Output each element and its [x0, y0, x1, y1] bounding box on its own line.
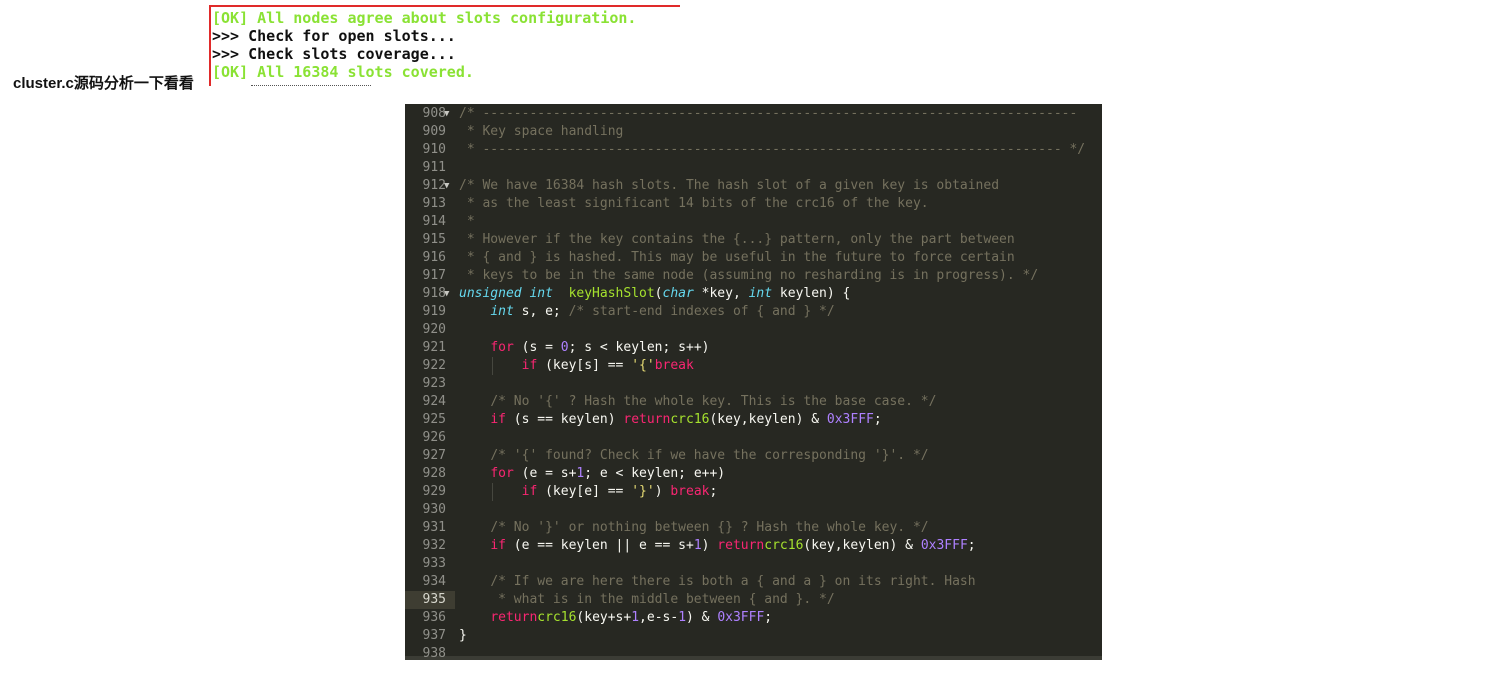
- line-number: 932: [422, 538, 446, 553]
- line-number: 915: [422, 232, 446, 247]
- code-line: 914 *: [405, 213, 1102, 231]
- code-line: 924 /* No '{' ? Hash the whole key. This…: [405, 393, 1102, 411]
- code-line: 927 /* '{' found? Check if we have the c…: [405, 447, 1102, 465]
- code-text: *: [459, 214, 475, 229]
- code-line: 908 ▼/* ---------------------------------…: [405, 105, 1102, 123]
- code-text: * Key space handling: [459, 124, 624, 139]
- code-line: 933: [405, 555, 1102, 573]
- code-text: /* -------------------------------------…: [459, 106, 1078, 121]
- code-text: returncrc16(key+s+1,e-s-1) & 0x3FFF;: [490, 610, 773, 625]
- code-text: /* '{' found? Check if we have the corre…: [490, 448, 929, 463]
- code-text: * keys to be in the same node (assuming …: [459, 268, 1039, 283]
- code-text: if (key[e] == '}') break;: [521, 484, 718, 499]
- code-text: /* No '}' or nothing between {} ? Hash t…: [490, 520, 929, 535]
- terminal-line: >>> Check for open slots...: [212, 27, 456, 45]
- line-number: 936: [422, 610, 446, 625]
- code-text: if (s == keylen) returncrc16(key,keylen)…: [490, 412, 882, 427]
- code-text: * However if the key contains the {...} …: [459, 232, 1015, 247]
- code-line: 916 * { and } is hashed. This may be use…: [405, 249, 1102, 267]
- code-line: 911: [405, 159, 1102, 177]
- line-number: 922: [422, 358, 446, 373]
- line-number: 927: [422, 448, 446, 463]
- line-number: 928: [422, 466, 446, 481]
- code-line: 917 * keys to be in the same node (assum…: [405, 267, 1102, 285]
- code-text: if (key[s] == '{'break: [521, 358, 694, 373]
- fold-arrow-icon[interactable]: ▼: [444, 285, 449, 303]
- code-line: 920: [405, 321, 1102, 339]
- terminal-line: >>> Check slots coverage...: [212, 45, 456, 63]
- line-number: 935: [405, 591, 455, 609]
- line-number: 911: [422, 160, 446, 175]
- code-text: /* If we are here there is both a { and …: [490, 574, 976, 589]
- code-text: for (s = 0; s < keylen; s++): [490, 340, 710, 355]
- terminal-output: [OK] All nodes agree about slots configu…: [209, 5, 680, 86]
- line-number: 920: [422, 322, 446, 337]
- code-line: 934 /* If we are here there is both a { …: [405, 573, 1102, 591]
- line-number: 913: [422, 196, 446, 211]
- code-text: * as the least significant 14 bits of th…: [459, 196, 929, 211]
- line-number: 919: [422, 304, 446, 319]
- fold-arrow-icon[interactable]: ▼: [444, 177, 449, 195]
- code-line: 915 * However if the key contains the {.…: [405, 231, 1102, 249]
- code-line: 931 /* No '}' or nothing between {} ? Ha…: [405, 519, 1102, 537]
- code-text: }: [459, 628, 467, 643]
- line-number: 937: [422, 628, 446, 643]
- line-number: 938: [422, 646, 446, 660]
- code-line: 918 ▼ unsigned int keyHashSlot(char *key, …: [405, 285, 1102, 303]
- code-text: * --------------------------------------…: [459, 142, 1086, 157]
- line-number: 924: [422, 394, 446, 409]
- fold-arrow-icon[interactable]: ▼: [444, 105, 449, 123]
- code-line: 925 if (s == keylen) returncrc16(key,key…: [405, 411, 1102, 429]
- code-text: if (e == keylen || e == s+1) returncrc16…: [490, 538, 976, 553]
- line-number: 926: [422, 430, 446, 445]
- code-line: 937}: [405, 627, 1102, 645]
- line-number: 917: [422, 268, 446, 283]
- line-number: 921: [422, 340, 446, 355]
- code-editor-screenshot: 908 ▼/* ---------------------------------…: [405, 104, 1102, 660]
- code-text: int s, e; /* start-end indexes of { and …: [490, 304, 835, 319]
- line-number: 910: [422, 142, 446, 157]
- terminal-line: [OK] All nodes agree about slots configu…: [212, 9, 637, 27]
- code-line: 936 returncrc16(key+s+1,e-s-1) & 0x3FFF;: [405, 609, 1102, 627]
- code-line: 912 ▼/* We have 16384 hash slots. The has…: [405, 177, 1102, 195]
- code-text: * { and } is hashed. This may be useful …: [459, 250, 1015, 265]
- code-line: 938: [405, 645, 1102, 660]
- post-caption: cluster.c源码分析一下看看: [13, 75, 194, 92]
- line-number: 930: [422, 502, 446, 517]
- code-line: 919 int s, e; /* start-end indexes of { …: [405, 303, 1102, 321]
- code-text: /* No '{' ? Hash the whole key. This is …: [490, 394, 937, 409]
- code-line: 923: [405, 375, 1102, 393]
- line-number: 933: [422, 556, 446, 571]
- code-line: 921 for (s = 0; s < keylen; s++): [405, 339, 1102, 357]
- code-line: 913 * as the least significant 14 bits o…: [405, 195, 1102, 213]
- terminal-line: [OK] All 16384 slots covered.: [212, 63, 474, 81]
- line-number: 914: [422, 214, 446, 229]
- code-text: * what is in the middle between { and }.…: [490, 592, 835, 607]
- line-number: 916: [422, 250, 446, 265]
- code-text: /* We have 16384 hash slots. The hash sl…: [459, 178, 1000, 193]
- line-number: 931: [422, 520, 446, 535]
- line-number: 909: [422, 124, 446, 139]
- code-line: 928 for (e = s+1; e < keylen; e++): [405, 465, 1102, 483]
- code-text: unsigned int keyHashSlot(char *key, int …: [459, 286, 851, 301]
- line-number: 929: [422, 484, 446, 499]
- line-number: 925: [422, 412, 446, 427]
- line-number: 923: [422, 376, 446, 391]
- code-text: for (e = s+1; e < keylen; e++): [490, 466, 726, 481]
- code-line: 930: [405, 501, 1102, 519]
- code-line: 929 if (key[e] == '}') break;: [405, 483, 1102, 501]
- code-line: 926: [405, 429, 1102, 447]
- code-line: 910 * ----------------------------------…: [405, 141, 1102, 159]
- line-number: 934: [422, 574, 446, 589]
- code-line: 935 * what is in the middle between { an…: [405, 591, 1102, 609]
- cropped-text-edge: [251, 85, 371, 86]
- code-line: 909 * Key space handling: [405, 123, 1102, 141]
- code-line: 922 if (key[s] == '{'break: [405, 357, 1102, 375]
- code-line: 932 if (e == keylen || e == s+1) returnc…: [405, 537, 1102, 555]
